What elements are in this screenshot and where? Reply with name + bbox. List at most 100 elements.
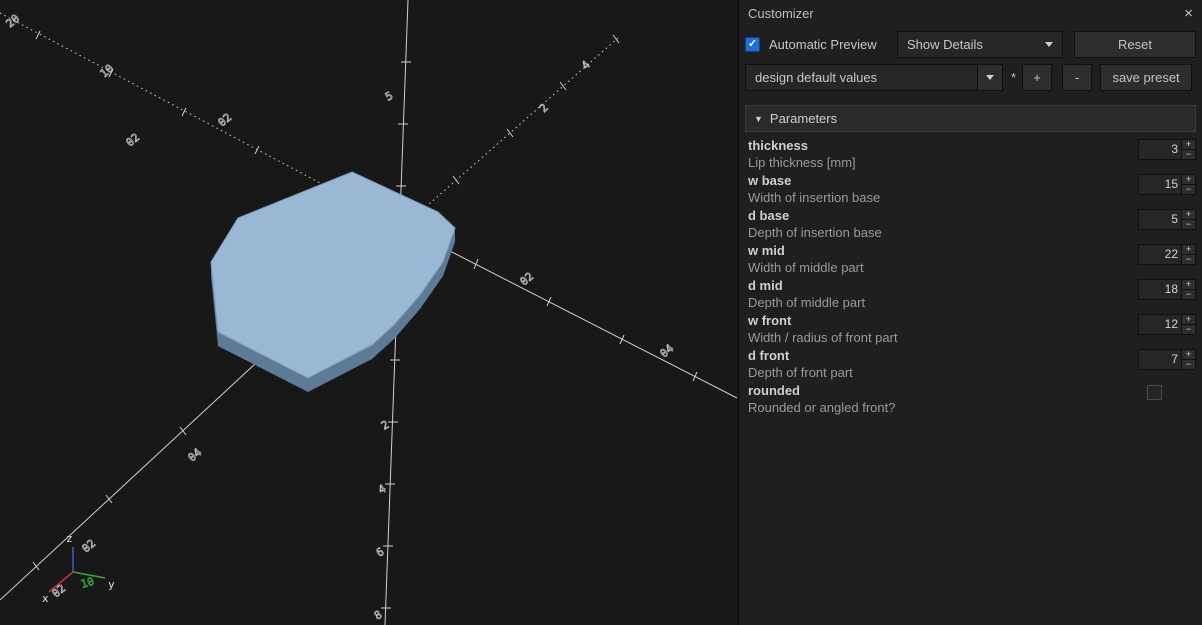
3d-model[interactable] [211, 172, 455, 392]
axis-label: 4 [579, 58, 593, 72]
param-spinbox[interactable]: 12+− [1138, 314, 1196, 335]
decrement-button[interactable]: − [1182, 219, 1195, 229]
decrement-button[interactable]: − [1182, 289, 1195, 299]
axis-label: 5 [383, 89, 395, 104]
parameter-row: thicknessLip thickness [mm]3+− [739, 137, 1202, 172]
axis-label: 6 [374, 545, 386, 560]
parameter-name: rounded [748, 383, 1193, 400]
preset-combo-value: design default values [746, 65, 977, 90]
increment-button[interactable]: + [1182, 210, 1195, 219]
param-value: 12 [1139, 315, 1181, 334]
param-spinbox[interactable]: 5+− [1138, 209, 1196, 230]
details-dropdown-value: Show Details [907, 37, 983, 52]
details-dropdown[interactable]: Show Details [897, 31, 1063, 58]
param-stepper: +− [1181, 245, 1195, 264]
customizer-header: Customizer × [739, 0, 1202, 26]
increment-button[interactable]: + [1182, 350, 1195, 359]
check-icon: ✓ [748, 39, 757, 50]
param-stepper: +− [1181, 140, 1195, 159]
param-value: 18 [1139, 280, 1181, 299]
axis-label: x [42, 592, 49, 605]
remove-preset-button[interactable]: - [1062, 64, 1092, 91]
param-spinbox[interactable]: 15+− [1138, 174, 1196, 195]
param-stepper: +− [1181, 210, 1195, 229]
parameter-row: d frontDepth of front part7+− [739, 347, 1202, 382]
param-spinbox[interactable]: 7+− [1138, 349, 1196, 370]
axis-label: 20 [4, 12, 23, 30]
model-top-face [211, 172, 455, 378]
decrement-button[interactable]: − [1182, 149, 1195, 159]
axis-label: 04 [658, 342, 677, 361]
parameter-row: w midWidth of middle part22+− [739, 242, 1202, 277]
3d-scene: 201002025240204040202246810zxy [0, 0, 738, 625]
parameter-description: Lip thickness [mm] [748, 155, 1193, 172]
param-spinbox[interactable]: 3+− [1138, 139, 1196, 160]
panel-title: Customizer [748, 6, 814, 21]
automatic-preview-checkbox[interactable]: ✓ [745, 37, 760, 52]
param-stepper: +− [1181, 280, 1195, 299]
param-value: 22 [1139, 245, 1181, 264]
parameter-name: d base [748, 208, 1193, 225]
parameter-description: Width of insertion base [748, 190, 1193, 207]
parameter-row: d midDepth of middle part18+− [739, 277, 1202, 312]
chevron-down-icon [986, 75, 994, 80]
preset-combo-arrow[interactable] [977, 65, 1002, 90]
preset-combo[interactable]: design default values [745, 64, 1003, 91]
parameter-name: thickness [748, 138, 1193, 155]
axis-label: 02 [80, 537, 99, 555]
parameter-name: d front [748, 348, 1193, 365]
axis-label: 02 [216, 111, 235, 129]
increment-button[interactable]: + [1182, 175, 1195, 184]
axis-label: 2 [537, 101, 551, 115]
parameter-description: Rounded or angled front? [748, 400, 1193, 417]
parameter-description: Depth of front part [748, 365, 1193, 382]
chevron-down-icon [1045, 42, 1053, 47]
axis-label: y [108, 578, 115, 591]
param-stepper: +− [1181, 315, 1195, 334]
decrement-button[interactable]: − [1182, 359, 1195, 369]
add-preset-button[interactable]: + [1022, 64, 1052, 91]
axis-label: 2 [379, 418, 391, 433]
decrement-button[interactable]: − [1182, 254, 1195, 264]
increment-button[interactable]: + [1182, 315, 1195, 324]
modified-indicator: * [1011, 70, 1016, 85]
param-stepper: +− [1181, 175, 1195, 194]
close-icon[interactable]: × [1184, 6, 1193, 21]
parameter-list: thicknessLip thickness [mm]3+−w baseWidt… [739, 137, 1202, 417]
preview-row: ✓ Automatic Preview Show Details Reset [745, 30, 1196, 59]
parameter-name: w mid [748, 243, 1193, 260]
reset-button[interactable]: Reset [1074, 31, 1196, 58]
increment-button[interactable]: + [1182, 245, 1195, 254]
parameter-description: Depth of insertion base [748, 225, 1193, 242]
parameter-name: w base [748, 173, 1193, 190]
param-value: 7 [1139, 350, 1181, 369]
decrement-button[interactable]: − [1182, 324, 1195, 334]
param-spinbox[interactable]: 18+− [1138, 279, 1196, 300]
decrement-button[interactable]: − [1182, 184, 1195, 194]
param-spinbox[interactable]: 22+− [1138, 244, 1196, 265]
3d-viewport[interactable]: 201002025240204040202246810zxy [0, 0, 738, 625]
increment-button[interactable]: + [1182, 280, 1195, 289]
save-preset-button[interactable]: save preset [1100, 64, 1192, 91]
parameter-name: w front [748, 313, 1193, 330]
parameters-title: Parameters [770, 111, 837, 126]
axis-label: 8 [372, 608, 384, 623]
param-checkbox[interactable] [1147, 385, 1162, 400]
parameter-row: roundedRounded or angled front? [739, 382, 1202, 417]
increment-button[interactable]: + [1182, 140, 1195, 149]
param-value: 5 [1139, 210, 1181, 229]
parameters-section-header[interactable]: ▼ Parameters [745, 105, 1196, 132]
axis-label: 10 [98, 62, 117, 80]
axis-label: 02 [518, 270, 537, 288]
parameter-description: Width / radius of front part [748, 330, 1193, 347]
customizer-panel: Customizer × ✓ Automatic Preview Show De… [738, 0, 1202, 625]
param-stepper: +− [1181, 350, 1195, 369]
parameter-row: w frontWidth / radius of front part12+− [739, 312, 1202, 347]
axis-label: 02 [124, 131, 143, 149]
parameter-description: Depth of middle part [748, 295, 1193, 312]
automatic-preview-label: Automatic Preview [769, 37, 877, 52]
parameter-row: w baseWidth of insertion base15+− [739, 172, 1202, 207]
axis-label: 02 [50, 582, 69, 600]
parameter-description: Width of middle part [748, 260, 1193, 277]
openscad-window: 201002025240204040202246810zxy Customize… [0, 0, 1202, 625]
